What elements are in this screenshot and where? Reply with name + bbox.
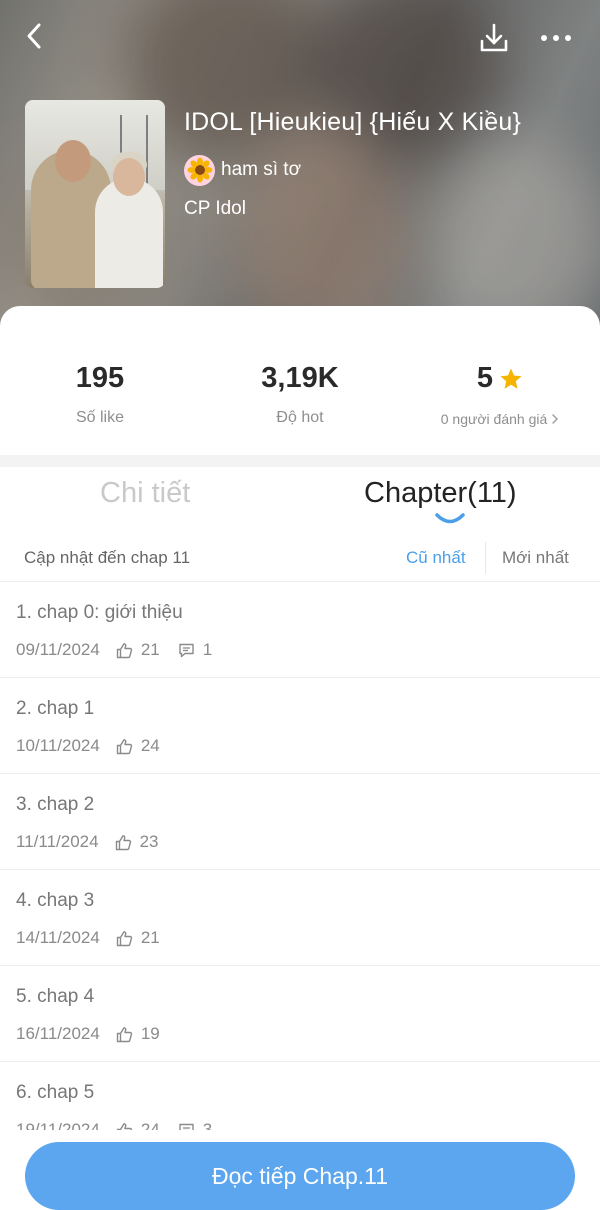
comment-icon bbox=[179, 1123, 194, 1130]
chapter-like-count: 19 bbox=[140, 1024, 160, 1043]
author-link[interactable]: ham sì tơ bbox=[184, 154, 301, 186]
update-status: Cập nhật đến chap 11 bbox=[24, 548, 191, 567]
chapter-item[interactable]: 1. chap 0: giới thiệu 09/11/2024 21 1 bbox=[0, 582, 600, 678]
chapter-comment-count: 3 bbox=[202, 1120, 213, 1130]
story-title: IDOL [Hieukieu] {Hiếu X Kiều} bbox=[184, 108, 522, 136]
chapter-like-count: 21 bbox=[140, 640, 160, 659]
chevron-right-icon bbox=[552, 414, 559, 424]
continue-reading-button[interactable]: Đọc tiếp Chap.11 bbox=[25, 1142, 575, 1210]
download-icon bbox=[480, 23, 508, 52]
chapter-like-count: 21 bbox=[140, 928, 160, 947]
chapter-title: 4. chap 3 bbox=[16, 890, 95, 911]
hot-count: 3,19K bbox=[261, 362, 339, 394]
hot-label: Độ hot bbox=[276, 409, 324, 426]
star-icon bbox=[500, 368, 522, 389]
chapter-item[interactable]: 6. chap 5 19/11/2024 24 3 bbox=[0, 1062, 600, 1130]
thumbs-up-icon bbox=[115, 834, 131, 850]
thumbs-up-icon bbox=[116, 1026, 132, 1042]
active-tab-indicator bbox=[435, 513, 465, 524]
back-button[interactable] bbox=[16, 18, 52, 54]
story-category[interactable]: CP Idol bbox=[184, 198, 246, 220]
story-cover-image[interactable] bbox=[25, 100, 165, 288]
chapter-date: 14/11/2024 bbox=[16, 928, 100, 947]
download-button[interactable] bbox=[474, 18, 514, 58]
chapter-list[interactable]: 1. chap 0: giới thiệu 09/11/2024 21 1 2.… bbox=[0, 582, 600, 1130]
chapter-date: 09/11/2024 bbox=[16, 640, 100, 659]
chapter-sort-bar: Cập nhật đến chap 11 Cũ nhất Mới nhất bbox=[0, 534, 600, 582]
chapter-title: 3. chap 2 bbox=[16, 794, 95, 815]
chapter-date: 11/11/2024 bbox=[16, 832, 99, 851]
chapter-date: 10/11/2024 bbox=[16, 736, 100, 755]
sort-divider bbox=[485, 542, 486, 574]
chapter-comment-count: 1 bbox=[202, 640, 213, 659]
chapter-title: 2. chap 1 bbox=[16, 698, 95, 719]
chapter-item[interactable]: 2. chap 1 10/11/2024 24 bbox=[0, 678, 600, 774]
stat-likes: 195 Số like bbox=[0, 362, 200, 427]
likes-count: 195 bbox=[75, 362, 125, 394]
chevron-left-icon bbox=[27, 23, 41, 49]
stat-hot: 3,19K Độ hot bbox=[200, 362, 400, 427]
chapter-date: 16/11/2024 bbox=[16, 1024, 100, 1043]
chapter-title: 6. chap 5 bbox=[16, 1082, 95, 1103]
sunflower-icon bbox=[187, 157, 212, 183]
sort-newest-button[interactable]: Mới nhất bbox=[502, 548, 569, 568]
thumbs-up-icon bbox=[116, 738, 132, 754]
chapter-like-count: 23 bbox=[139, 832, 159, 851]
chapter-like-count: 24 bbox=[140, 736, 160, 755]
story-header: IDOL [Hieukieu] {Hiếu X Kiều} ham sì tơ … bbox=[0, 0, 600, 330]
author-name: ham sì tơ bbox=[221, 159, 302, 180]
sort-oldest-button[interactable]: Cũ nhất bbox=[406, 548, 466, 568]
chapter-title: 1. chap 0: giới thiệu bbox=[16, 602, 183, 623]
likes-label: Số like bbox=[75, 409, 125, 426]
chapter-item[interactable]: 4. chap 3 14/11/2024 21 bbox=[0, 870, 600, 966]
section-divider bbox=[0, 455, 600, 467]
chapter-item[interactable]: 5. chap 4 16/11/2024 19 bbox=[0, 966, 600, 1062]
more-dots-icon bbox=[541, 35, 571, 41]
thumbs-up-icon bbox=[116, 642, 132, 658]
rating-value: 5 bbox=[476, 362, 494, 394]
chapter-title: 5. chap 4 bbox=[16, 986, 95, 1007]
comment-icon bbox=[179, 643, 194, 657]
chapter-date: 19/11/2024 bbox=[16, 1120, 100, 1130]
chapter-like-count: 24 bbox=[140, 1120, 160, 1130]
chapter-item[interactable]: 3. chap 2 11/11/2024 23 bbox=[0, 774, 600, 870]
tab-chapters[interactable]: Chapter(11) bbox=[364, 477, 517, 510]
stat-rating[interactable]: 5 0 người đánh giá bbox=[400, 362, 600, 429]
thumbs-up-icon bbox=[116, 930, 132, 946]
more-options-button[interactable] bbox=[536, 20, 576, 56]
avatar bbox=[184, 154, 215, 186]
rating-count-label: 0 người đánh giá bbox=[440, 411, 548, 427]
thumbs-up-icon bbox=[116, 1122, 132, 1130]
tab-details[interactable]: Chi tiết bbox=[100, 477, 190, 510]
